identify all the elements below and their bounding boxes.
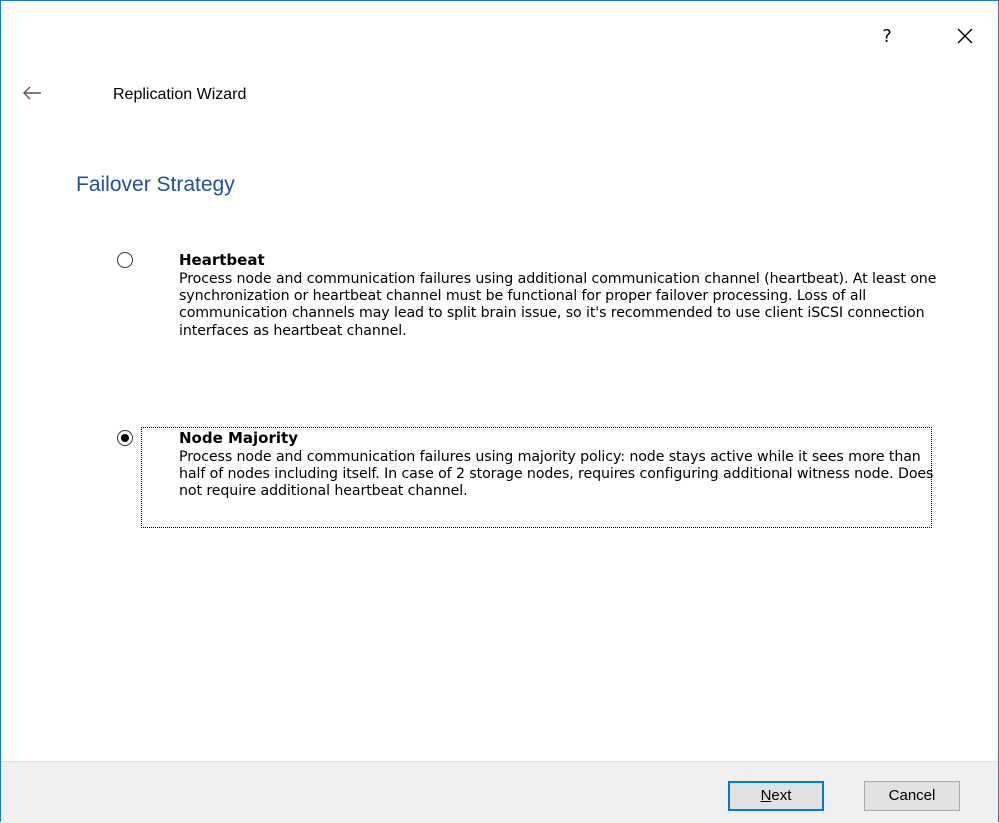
- next-button-label: ext: [771, 787, 792, 804]
- option-node-majority-description: Process node and communication failures …: [179, 449, 934, 500]
- option-heartbeat-content: Heartbeat Process node and communication…: [179, 251, 941, 340]
- option-node-majority-content: Node Majority Process node and communica…: [179, 429, 941, 501]
- radio-heartbeat[interactable]: [117, 252, 133, 268]
- page-heading: Failover Strategy: [76, 173, 235, 196]
- option-node-majority-title: Node Majority: [179, 429, 298, 447]
- close-icon: [957, 28, 973, 44]
- close-button[interactable]: [950, 21, 980, 51]
- wizard-title: Replication Wizard: [113, 86, 247, 103]
- option-heartbeat-title: Heartbeat: [179, 251, 265, 269]
- option-heartbeat[interactable]: Heartbeat Process node and communication…: [111, 251, 941, 391]
- back-button[interactable]: [21, 83, 45, 103]
- wizard-window: ? Replication Wizard Failover Strategy H…: [0, 0, 999, 823]
- next-button-accesskey: N: [760, 787, 772, 804]
- next-button[interactable]: Next: [728, 781, 824, 811]
- radio-node-majority[interactable]: [117, 430, 133, 446]
- footer-bar: Next Cancel: [1, 761, 998, 823]
- option-heartbeat-description: Process node and communication failures …: [179, 271, 937, 339]
- cancel-button[interactable]: Cancel: [864, 781, 960, 811]
- option-node-majority[interactable]: Node Majority Process node and communica…: [111, 429, 941, 529]
- arrow-left-icon: [23, 86, 41, 100]
- radio-selected-dot: [121, 434, 129, 442]
- help-button[interactable]: ?: [873, 23, 901, 51]
